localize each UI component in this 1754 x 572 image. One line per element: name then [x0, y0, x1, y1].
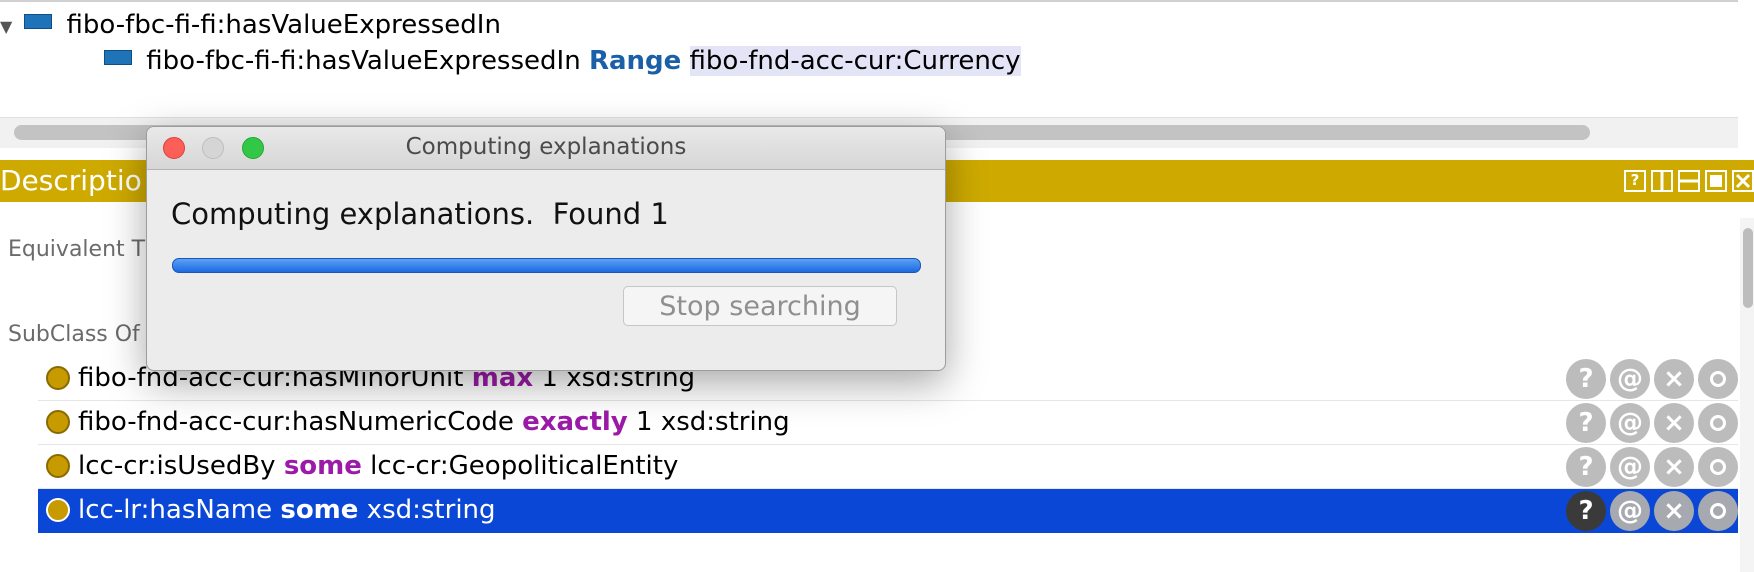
range-value: fibo-fnd-acc-cur:Currency [689, 46, 1021, 76]
restriction-keyword: exactly [522, 407, 628, 437]
restriction-keyword: some [280, 495, 359, 525]
vertical-scrollbar-thumb[interactable] [1743, 228, 1753, 308]
class-expression-icon [46, 498, 70, 522]
annotate-axiom-button[interactable]: @ [1610, 359, 1650, 399]
row-actions: ? @ × [1566, 447, 1738, 487]
subclass-list: fibo-fnd-acc-cur:hasMinorUnit max 1 xsd:… [38, 357, 1738, 533]
class-expression-icon [46, 410, 70, 434]
dialog-title: Computing explanations [405, 134, 687, 160]
section-subclass-of: SubClass Of [8, 322, 140, 347]
range-keyword: Range [588, 46, 682, 76]
subclass-axiom-text: lcc-lr:hasName some xsd:string [78, 495, 496, 525]
computing-explanations-dialog: Computing explanations Computing explana… [146, 126, 946, 371]
progress-bar-fill [173, 259, 920, 272]
explain-axiom-button[interactable]: ? [1566, 359, 1606, 399]
annotate-axiom-button[interactable]: @ [1610, 403, 1650, 443]
axiom-tree-panel: ▼ fibo-fbc-fi-fi:hasValueExpressedIn fib… [0, 0, 1738, 119]
split-horizontal-icon[interactable] [1678, 170, 1700, 192]
section-equivalent-to: Equivalent T [8, 237, 146, 262]
tree-row-label: fibo-fbc-fi-fi:hasValueExpressedIn [66, 10, 501, 40]
view-controls: ? [1624, 170, 1754, 192]
delete-axiom-button[interactable]: × [1654, 491, 1694, 531]
subclass-axiom-text: lcc-cr:isUsedBy some lcc-cr:Geopolitical… [78, 451, 679, 481]
class-expression-icon [46, 366, 70, 390]
annotate-axiom-button[interactable]: @ [1610, 447, 1650, 487]
expand-triangle-icon[interactable]: ▼ [0, 10, 16, 44]
row-actions: ? @ × [1566, 359, 1738, 399]
annotate-axiom-button[interactable]: @ [1610, 491, 1650, 531]
progress-bar [172, 258, 921, 273]
tree-row-range-axiom[interactable]: fibo-fbc-fi-fi:hasValueExpressedIn Range… [104, 44, 1021, 78]
subclass-row[interactable]: fibo-fnd-acc-cur:hasNumericCode exactly … [38, 401, 1738, 445]
explain-axiom-button[interactable]: ? [1566, 403, 1606, 443]
dialog-status-message: Computing explanations. Found 1 [171, 197, 669, 231]
description-view-title: Descriptio [0, 164, 142, 197]
close-view-icon[interactable] [1732, 170, 1754, 192]
maximize-view-icon[interactable] [1705, 170, 1727, 192]
edit-axiom-button[interactable] [1698, 447, 1738, 487]
object-property-icon [104, 50, 132, 65]
delete-axiom-button[interactable]: × [1654, 447, 1694, 487]
object-property-icon [24, 14, 53, 29]
restriction-keyword: some [283, 451, 362, 481]
view-help-icon[interactable]: ? [1624, 170, 1646, 192]
edit-axiom-button[interactable] [1698, 403, 1738, 443]
subclass-axiom-text: fibo-fnd-acc-cur:hasNumericCode exactly … [78, 407, 790, 437]
delete-axiom-button[interactable]: × [1654, 359, 1694, 399]
split-vertical-icon[interactable] [1651, 170, 1673, 192]
stop-searching-button[interactable]: Stop searching [623, 286, 897, 326]
edit-axiom-button[interactable] [1698, 491, 1738, 531]
subclass-row-selected[interactable]: lcc-lr:hasName some xsd:string ? @ × [38, 489, 1738, 533]
explain-axiom-button[interactable]: ? [1566, 491, 1606, 531]
explain-axiom-button[interactable]: ? [1566, 447, 1606, 487]
row-actions: ? @ × [1566, 403, 1738, 443]
subclass-row[interactable]: lcc-cr:isUsedBy some lcc-cr:Geopolitical… [38, 445, 1738, 489]
dialog-titlebar[interactable]: Computing explanations [147, 127, 945, 170]
tree-row-property[interactable]: ▼ fibo-fbc-fi-fi:hasValueExpressedIn [0, 8, 501, 44]
delete-axiom-button[interactable]: × [1654, 403, 1694, 443]
range-axiom-property: fibo-fbc-fi-fi:hasValueExpressedIn [146, 46, 581, 76]
row-actions: ? @ × [1566, 491, 1738, 531]
edit-axiom-button[interactable] [1698, 359, 1738, 399]
class-expression-icon [46, 454, 70, 478]
